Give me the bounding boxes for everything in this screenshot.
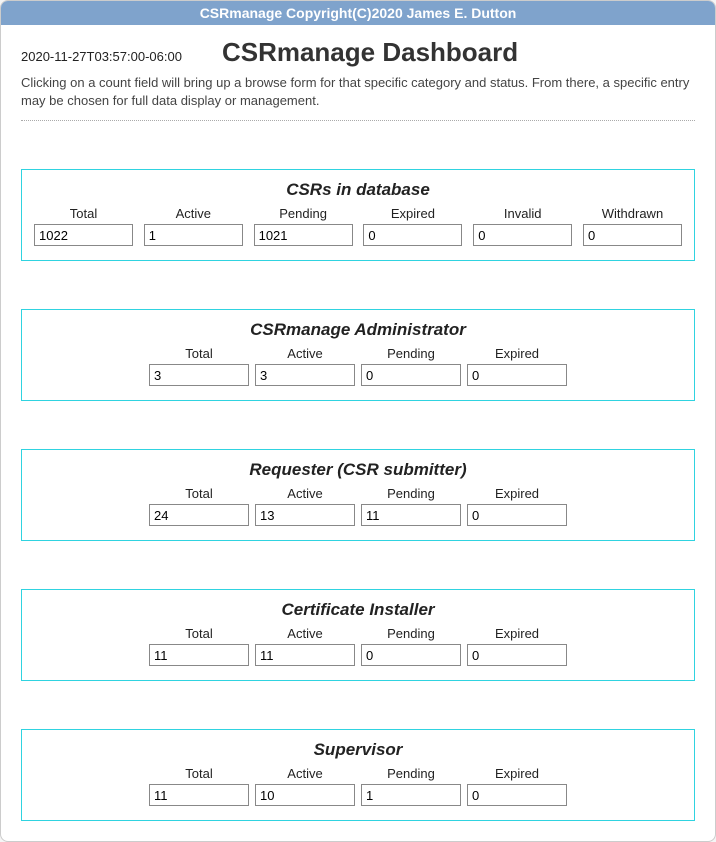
count-csrs-expired[interactable]	[363, 224, 462, 246]
col-admin-total: Total	[149, 346, 249, 386]
count-csrs-pending[interactable]	[254, 224, 353, 246]
label-admin-active: Active	[287, 346, 322, 361]
label-supervisor-total: Total	[185, 766, 212, 781]
timestamp: 2020-11-27T03:57:00-06:00	[21, 49, 182, 64]
col-csrs-invalid: Invalid	[473, 206, 572, 246]
panel-admin-columns: Total Active Pending Expired	[30, 346, 686, 386]
col-csrs-active: Active	[144, 206, 243, 246]
panel-supervisor-columns: Total Active Pending Expired	[30, 766, 686, 806]
label-csrs-invalid: Invalid	[504, 206, 542, 221]
label-csrs-pending: Pending	[279, 206, 327, 221]
label-csrs-total: Total	[70, 206, 97, 221]
col-supervisor-pending: Pending	[361, 766, 461, 806]
panel-installer-title: Certificate Installer	[30, 600, 686, 620]
col-admin-pending: Pending	[361, 346, 461, 386]
panel-requester-columns: Total Active Pending Expired	[30, 486, 686, 526]
panel-csrs-title: CSRs in database	[30, 180, 686, 200]
panel-admin: CSRmanage Administrator Total Active Pen…	[21, 309, 695, 401]
label-installer-expired: Expired	[495, 626, 539, 641]
col-requester-pending: Pending	[361, 486, 461, 526]
label-csrs-withdrawn: Withdrawn	[602, 206, 663, 221]
label-installer-pending: Pending	[387, 626, 435, 641]
col-csrs-total: Total	[34, 206, 133, 246]
count-admin-active[interactable]	[255, 364, 355, 386]
count-requester-pending[interactable]	[361, 504, 461, 526]
count-installer-pending[interactable]	[361, 644, 461, 666]
col-installer-active: Active	[255, 626, 355, 666]
app-window: CSRmanage Copyright(C)2020 James E. Dutt…	[0, 0, 716, 842]
col-admin-active: Active	[255, 346, 355, 386]
col-supervisor-expired: Expired	[467, 766, 567, 806]
col-requester-active: Active	[255, 486, 355, 526]
count-installer-expired[interactable]	[467, 644, 567, 666]
page-description: Clicking on a count field will bring up …	[21, 74, 695, 110]
count-installer-total[interactable]	[149, 644, 249, 666]
label-admin-pending: Pending	[387, 346, 435, 361]
count-requester-active[interactable]	[255, 504, 355, 526]
label-csrs-active: Active	[176, 206, 211, 221]
col-installer-pending: Pending	[361, 626, 461, 666]
count-requester-total[interactable]	[149, 504, 249, 526]
col-supervisor-total: Total	[149, 766, 249, 806]
panel-admin-title: CSRmanage Administrator	[30, 320, 686, 340]
panel-requester: Requester (CSR submitter) Total Active P…	[21, 449, 695, 541]
panel-csrs-columns: Total Active Pending Expired Invalid	[30, 206, 686, 246]
col-csrs-pending: Pending	[254, 206, 353, 246]
divider	[21, 120, 695, 121]
count-supervisor-expired[interactable]	[467, 784, 567, 806]
panel-installer: Certificate Installer Total Active Pendi…	[21, 589, 695, 681]
label-installer-active: Active	[287, 626, 322, 641]
count-admin-pending[interactable]	[361, 364, 461, 386]
col-installer-total: Total	[149, 626, 249, 666]
col-installer-expired: Expired	[467, 626, 567, 666]
col-csrs-withdrawn: Withdrawn	[583, 206, 682, 246]
count-csrs-withdrawn[interactable]	[583, 224, 682, 246]
count-csrs-invalid[interactable]	[473, 224, 572, 246]
count-csrs-total[interactable]	[34, 224, 133, 246]
label-admin-expired: Expired	[495, 346, 539, 361]
count-admin-total[interactable]	[149, 364, 249, 386]
count-installer-active[interactable]	[255, 644, 355, 666]
label-requester-pending: Pending	[387, 486, 435, 501]
label-supervisor-pending: Pending	[387, 766, 435, 781]
panel-supervisor: Supervisor Total Active Pending Expired	[21, 729, 695, 821]
label-requester-total: Total	[185, 486, 212, 501]
panel-requester-title: Requester (CSR submitter)	[30, 460, 686, 480]
titlebar: CSRmanage Copyright(C)2020 James E. Dutt…	[1, 1, 715, 25]
col-csrs-expired: Expired	[363, 206, 462, 246]
label-requester-active: Active	[287, 486, 322, 501]
label-supervisor-active: Active	[287, 766, 322, 781]
count-admin-expired[interactable]	[467, 364, 567, 386]
label-admin-total: Total	[185, 346, 212, 361]
label-csrs-expired: Expired	[391, 206, 435, 221]
panel-csrs: CSRs in database Total Active Pending Ex…	[21, 169, 695, 261]
count-requester-expired[interactable]	[467, 504, 567, 526]
col-admin-expired: Expired	[467, 346, 567, 386]
col-requester-expired: Expired	[467, 486, 567, 526]
count-supervisor-active[interactable]	[255, 784, 355, 806]
col-requester-total: Total	[149, 486, 249, 526]
header-row: 2020-11-27T03:57:00-06:00 CSRmanage Dash…	[21, 37, 695, 68]
label-installer-total: Total	[185, 626, 212, 641]
content-area: 2020-11-27T03:57:00-06:00 CSRmanage Dash…	[1, 25, 715, 841]
label-requester-expired: Expired	[495, 486, 539, 501]
panel-supervisor-title: Supervisor	[30, 740, 686, 760]
panel-installer-columns: Total Active Pending Expired	[30, 626, 686, 666]
col-supervisor-active: Active	[255, 766, 355, 806]
count-supervisor-total[interactable]	[149, 784, 249, 806]
count-supervisor-pending[interactable]	[361, 784, 461, 806]
count-csrs-active[interactable]	[144, 224, 243, 246]
label-supervisor-expired: Expired	[495, 766, 539, 781]
page-title: CSRmanage Dashboard	[222, 37, 695, 68]
